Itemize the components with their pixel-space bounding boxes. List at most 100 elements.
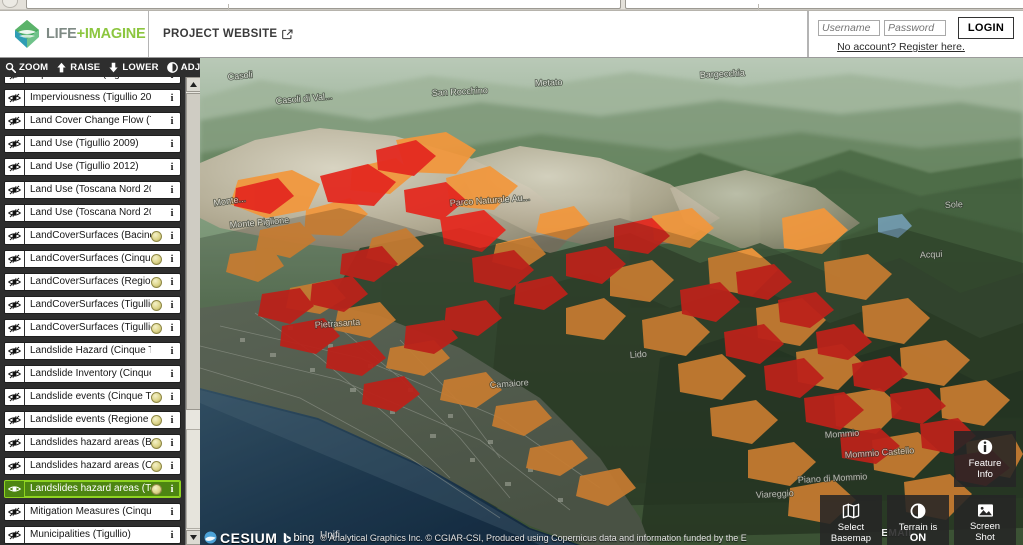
layer-info-button[interactable]: i <box>164 277 180 288</box>
layer-info-button[interactable]: i <box>164 346 180 357</box>
layer-row[interactable]: Land Use (Toscana Nord 2013) i <box>4 204 181 222</box>
eye-hidden-toggle[interactable] <box>5 205 25 221</box>
layer-info-button[interactable]: i <box>164 438 180 449</box>
layer-row[interactable]: Land Cover Change Flow (Toscana i <box>4 112 181 130</box>
eye-hidden-toggle[interactable] <box>5 182 25 198</box>
layer-info-button[interactable]: i <box>164 77 180 81</box>
brand-block[interactable]: LIFE+IMAGINE <box>0 11 149 57</box>
feature-info-button[interactable]: Feature Info <box>954 431 1016 487</box>
layer-info-button[interactable]: i <box>164 254 180 265</box>
eye-hidden-toggle[interactable] <box>5 412 25 428</box>
layer-info-button[interactable]: i <box>164 369 180 380</box>
username-input[interactable] <box>818 20 880 36</box>
eye-hidden-toggle[interactable] <box>5 343 25 359</box>
layer-row[interactable]: LandCoverSurfaces (Bacino Ma i <box>4 227 181 245</box>
layers-sidebar: ZOOM RAISE LOWER ADJUST <box>0 58 200 545</box>
layer-row[interactable]: Landslides hazard areas (Tosca i <box>4 480 181 498</box>
eye-hidden-toggle[interactable] <box>5 228 25 244</box>
eye-hidden-toggle[interactable] <box>5 527 25 543</box>
layer-row[interactable]: Landslide Hazard (Cinque Terre) i <box>4 342 181 360</box>
cesium-map-viewport[interactable]: Casoli Casoli di Val... San Rocchino Met… <box>200 58 1023 545</box>
layer-info-button[interactable]: i <box>164 507 180 518</box>
layer-info-button[interactable]: i <box>164 461 180 472</box>
layer-legend-swatch[interactable] <box>151 276 162 288</box>
layer-row[interactable]: LandCoverSurfaces (Tigullio 20 i <box>4 319 181 337</box>
eye-hidden-toggle[interactable] <box>5 159 25 175</box>
eye-hidden-toggle[interactable] <box>5 136 25 152</box>
layer-info-button[interactable]: i <box>164 116 180 127</box>
eye-hidden-toggle[interactable] <box>5 251 25 267</box>
layer-row[interactable]: Imperviousness (Tigullio 2009) i <box>4 77 181 84</box>
eye-visible-toggle[interactable] <box>5 481 25 497</box>
layer-row[interactable]: Land Use (Tigullio 2012) i <box>4 158 181 176</box>
layer-row[interactable]: Landslide Inventory (Cinque Terre i <box>4 365 181 383</box>
layer-legend-swatch[interactable] <box>151 414 162 426</box>
layer-legend-swatch[interactable] <box>151 391 162 403</box>
layer-row[interactable]: Land Use (Tigullio 2009) i <box>4 135 181 153</box>
layer-info-button[interactable]: i <box>164 162 180 173</box>
info-circle-icon <box>977 439 993 454</box>
bing-mark-icon <box>284 532 292 543</box>
layer-row[interactable]: LandCoverSurfaces (Regione T i <box>4 273 181 291</box>
eye-hidden-icon <box>8 277 21 287</box>
layer-row[interactable]: Landslide events (Regione Tosc i <box>4 411 181 429</box>
layer-legend-swatch[interactable] <box>151 437 162 449</box>
eye-hidden-toggle[interactable] <box>5 274 25 290</box>
layer-row[interactable]: Landslides hazard areas (Bacin i <box>4 434 181 452</box>
layer-info-button[interactable]: i <box>164 484 180 495</box>
layer-info-button[interactable]: i <box>164 185 180 196</box>
layer-info-button[interactable]: i <box>164 300 180 311</box>
layer-row[interactable]: Imperviousness (Tigullio 2012) i <box>4 89 181 107</box>
layer-row[interactable]: Landslide events (Cinque Terre i <box>4 388 181 406</box>
browser-field-right[interactable] <box>625 0 1023 9</box>
adjust-layer-button[interactable]: ADJUST <box>165 62 200 73</box>
scroll-up-arrow[interactable] <box>186 77 200 92</box>
sidebar-scrollbar[interactable] <box>185 77 200 545</box>
login-button[interactable]: LOGIN <box>958 17 1014 39</box>
layer-info-button[interactable]: i <box>164 323 180 334</box>
layer-legend-swatch[interactable] <box>151 230 162 242</box>
layer-legend-swatch[interactable] <box>151 299 162 311</box>
raise-layer-button[interactable]: RAISE <box>54 62 106 73</box>
bing-logo[interactable]: bing <box>283 532 314 544</box>
layer-row[interactable]: Mitigation Measures (Cinque Terr i <box>4 503 181 521</box>
layer-info-button[interactable]: i <box>164 415 180 426</box>
scroll-down-arrow[interactable] <box>186 530 200 545</box>
register-link[interactable]: No account? Register here. <box>837 41 965 53</box>
lower-layer-button[interactable]: LOWER <box>106 62 164 73</box>
browser-field-left[interactable] <box>26 0 621 9</box>
layer-legend-swatch[interactable] <box>151 322 162 334</box>
password-input[interactable] <box>884 20 946 36</box>
cesium-logo[interactable]: CESIUM <box>204 530 277 545</box>
layer-legend-swatch[interactable] <box>151 253 162 265</box>
scrollbar-thumb[interactable] <box>186 93 200 410</box>
eye-hidden-toggle[interactable] <box>5 113 25 129</box>
eye-hidden-toggle[interactable] <box>5 297 25 313</box>
layer-row[interactable]: LandCoverSurfaces (Cinque Te i <box>4 250 181 268</box>
zoom-to-layer-button[interactable]: ZOOM <box>3 62 54 73</box>
layer-row[interactable]: Land Use (Toscana Nord 2007) i <box>4 181 181 199</box>
eye-hidden-toggle[interactable] <box>5 366 25 382</box>
layer-row[interactable]: Municipalities (Tigullio) i <box>4 526 181 544</box>
layer-row[interactable]: Landslides hazard areas (Cinqu i <box>4 457 181 475</box>
layer-info-button[interactable]: i <box>164 93 180 104</box>
project-website-link[interactable]: PROJECT WEBSITE <box>163 28 293 40</box>
eye-hidden-toggle[interactable] <box>5 77 25 83</box>
layer-legend-swatch[interactable] <box>151 483 162 495</box>
eye-hidden-toggle[interactable] <box>5 458 25 474</box>
eye-hidden-toggle[interactable] <box>5 389 25 405</box>
eye-hidden-toggle[interactable] <box>5 504 25 520</box>
eye-hidden-toggle[interactable] <box>5 320 25 336</box>
layer-info-button[interactable]: i <box>164 392 180 403</box>
scrollbar-track-lower[interactable] <box>186 429 200 529</box>
brand-imagine-text: +IMAGINE <box>76 26 146 42</box>
eye-hidden-toggle[interactable] <box>5 90 25 106</box>
eye-hidden-toggle[interactable] <box>5 435 25 451</box>
layer-info-button[interactable]: i <box>164 139 180 150</box>
layer-info-button[interactable]: i <box>164 530 180 541</box>
layer-info-button[interactable]: i <box>164 208 180 219</box>
auth-input-row: LOGIN <box>818 17 1014 39</box>
layer-info-button[interactable]: i <box>164 231 180 242</box>
layer-row[interactable]: LandCoverSurfaces (Tigullio 20 i <box>4 296 181 314</box>
layer-legend-swatch[interactable] <box>151 460 162 472</box>
